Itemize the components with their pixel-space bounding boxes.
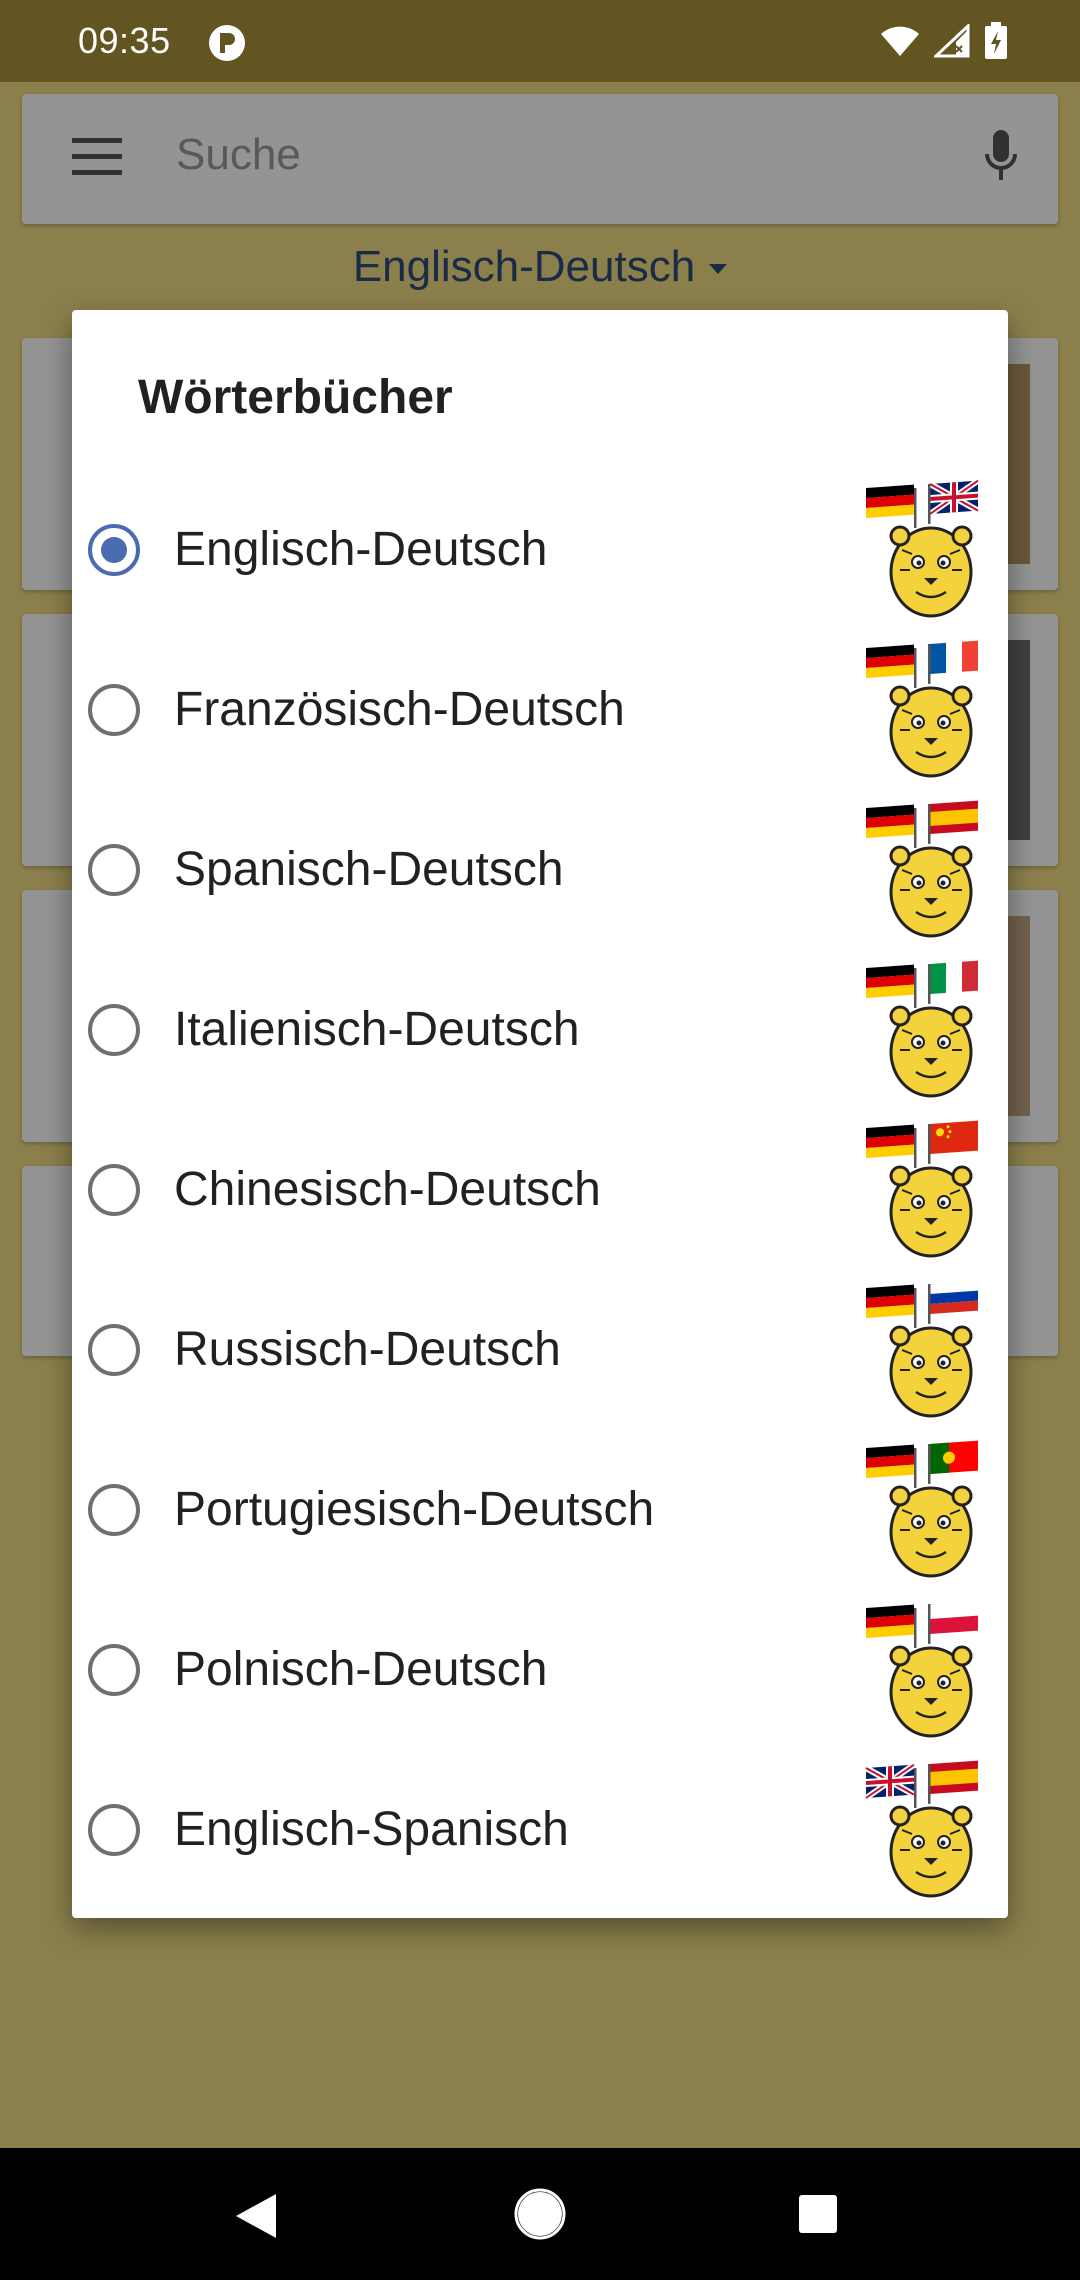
- battery-icon: [985, 22, 1007, 59]
- dictionary-option-label: Spanisch-Deutsch: [174, 843, 564, 896]
- dictionary-option-label: Italienisch-Deutsch: [174, 1003, 580, 1056]
- recents-icon[interactable]: [798, 2194, 838, 2234]
- lion-flags-icon: [864, 1280, 998, 1420]
- dictionary-option[interactable]: Polnisch-Deutsch: [72, 1590, 1008, 1750]
- dictionary-option-label: Englisch-Deutsch: [174, 523, 548, 576]
- navigation-bar: [0, 2148, 1080, 2280]
- lion-flags-icon: [864, 960, 998, 1100]
- signal-icon: [934, 24, 970, 58]
- lion-flags-icon: [864, 1440, 998, 1580]
- status-time: 09:35: [78, 20, 171, 61]
- dictionary-option-label: Chinesisch-Deutsch: [174, 1163, 601, 1216]
- radio-button-checked[interactable]: [88, 524, 140, 576]
- dictionary-option-label: Portugiesisch-Deutsch: [174, 1483, 655, 1536]
- dictionary-option[interactable]: Portugiesisch-Deutsch: [72, 1430, 1008, 1590]
- lion-flags-icon: [864, 640, 998, 780]
- dictionary-option[interactable]: Italienisch-Deutsch: [72, 950, 1008, 1110]
- radio-button[interactable]: [88, 1804, 140, 1856]
- dictionary-option[interactable]: Chinesisch-Deutsch: [72, 1110, 1008, 1270]
- dictionary-option[interactable]: Englisch-Deutsch: [72, 470, 1008, 630]
- dictionary-option-label: Polnisch-Deutsch: [174, 1643, 548, 1696]
- dictionaries-dialog: Wörterbücher Englisch-Deutsch Französisch…: [72, 310, 1008, 1918]
- lion-flags-icon: [864, 1120, 998, 1260]
- wifi-icon: [881, 26, 919, 56]
- radio-button[interactable]: [88, 844, 140, 896]
- lion-flags-icon: [864, 1760, 998, 1900]
- home-icon[interactable]: [514, 2188, 566, 2240]
- dictionary-option-label: Englisch-Spanisch: [174, 1803, 569, 1856]
- dictionary-option[interactable]: Spanisch-Deutsch: [72, 790, 1008, 950]
- dictionary-option[interactable]: Französisch-Deutsch: [72, 630, 1008, 790]
- radio-button[interactable]: [88, 684, 140, 736]
- dictionary-option[interactable]: Englisch-Spanisch: [72, 1750, 1008, 1910]
- radio-button[interactable]: [88, 1484, 140, 1536]
- lion-flags-icon: [864, 1600, 998, 1740]
- dialog-title: Wörterbücher: [138, 371, 453, 424]
- app-notification-icon: [209, 25, 245, 61]
- lion-flags-icon: [864, 478, 998, 620]
- status-bar: 09:35: [0, 0, 1080, 82]
- radio-button[interactable]: [88, 1164, 140, 1216]
- radio-button[interactable]: [88, 1004, 140, 1056]
- radio-button[interactable]: [88, 1644, 140, 1696]
- dictionary-option-label: Französisch-Deutsch: [174, 683, 625, 736]
- radio-button[interactable]: [88, 1324, 140, 1376]
- lion-flags-icon: [864, 800, 998, 940]
- dictionary-options-list: Englisch-Deutsch Französisch-Deutsch Spani…: [72, 470, 1008, 1910]
- dictionary-option[interactable]: Russisch-Deutsch: [72, 1270, 1008, 1430]
- back-icon[interactable]: [234, 2192, 278, 2240]
- dictionary-option-label: Russisch-Deutsch: [174, 1323, 561, 1376]
